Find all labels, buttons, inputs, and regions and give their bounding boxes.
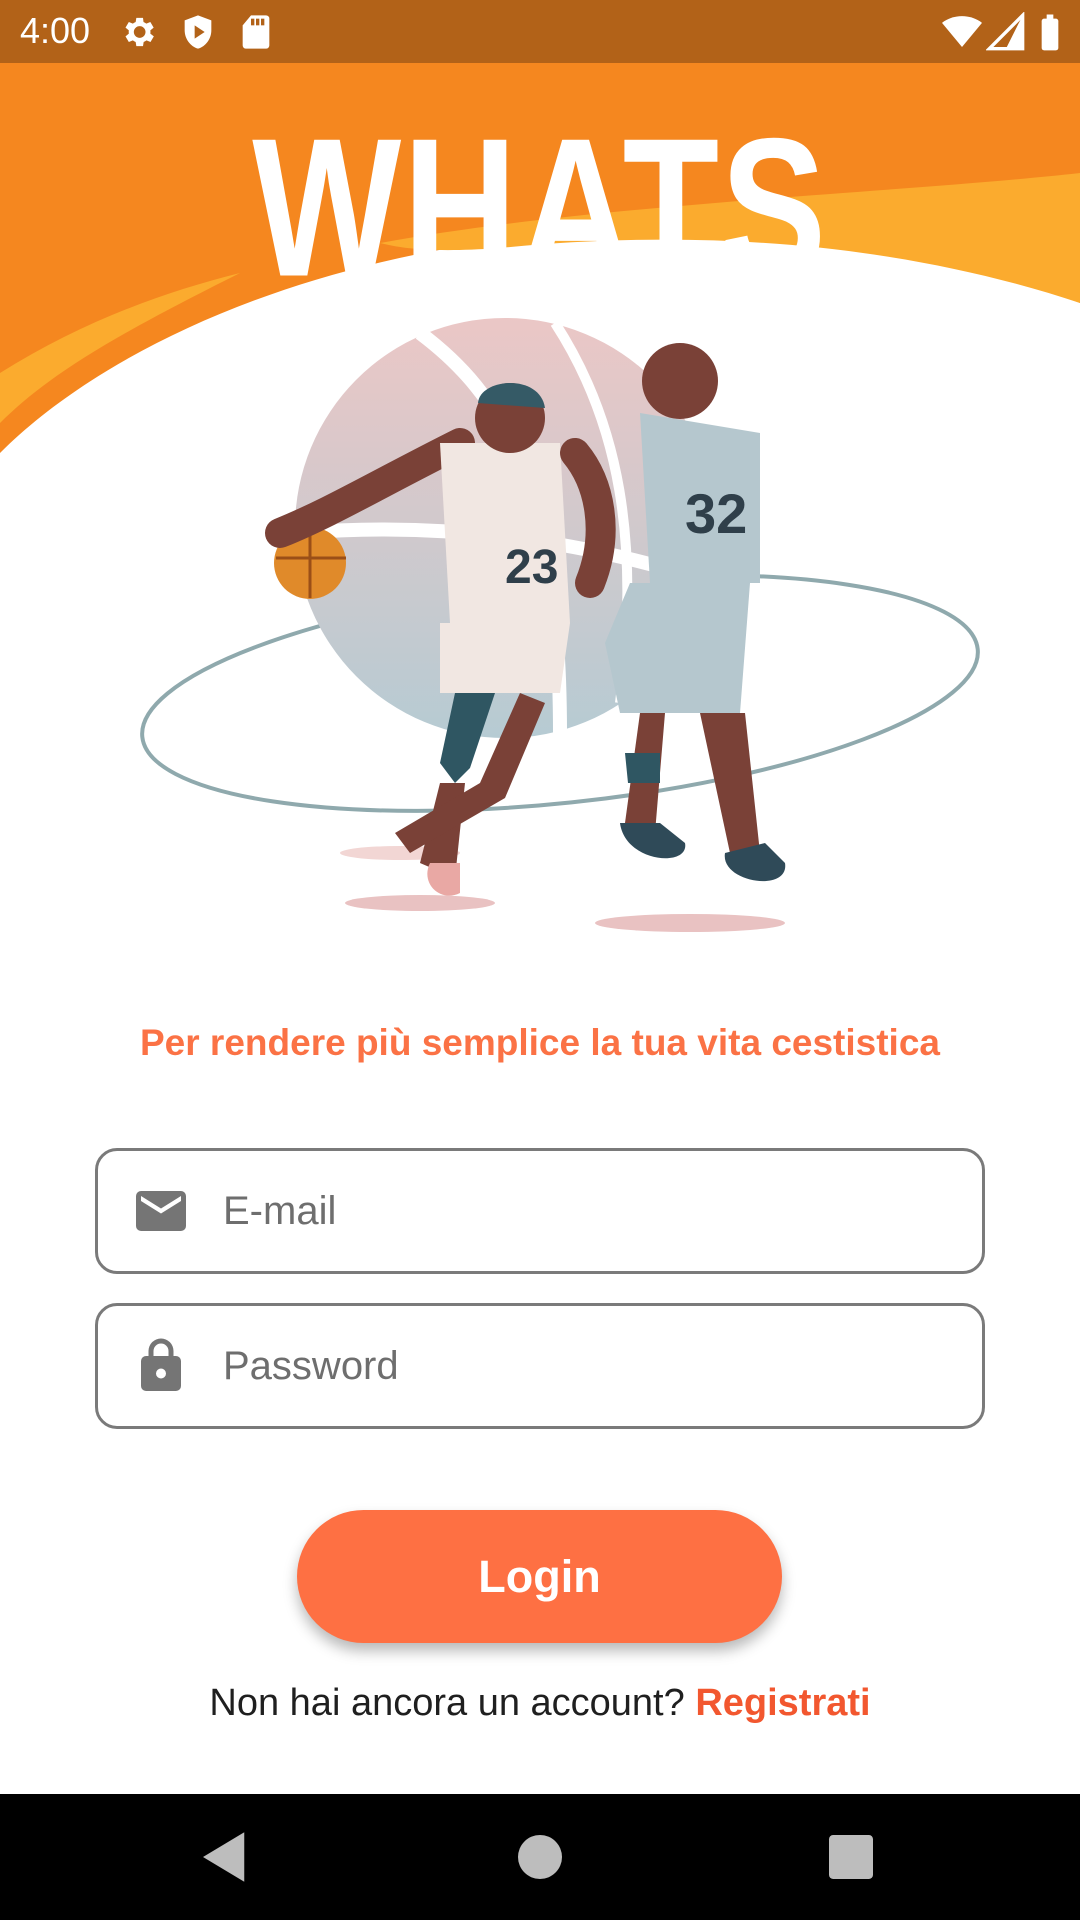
jersey-number-32: 32 — [685, 482, 747, 545]
recents-icon[interactable] — [818, 1824, 884, 1890]
wifi-icon — [942, 16, 982, 47]
register-link[interactable]: Registrati — [695, 1682, 870, 1724]
status-time: 4:00 — [20, 10, 91, 51]
register-prompt: Non hai ancora un account? — [209, 1682, 685, 1724]
jersey-number-23: 23 — [505, 541, 558, 594]
login-button[interactable]: Login — [297, 1510, 782, 1643]
password-field[interactable]: Password — [95, 1303, 985, 1429]
status-bar: 4:00 — [0, 0, 1080, 63]
tagline: Per rendere più semplice la tua vita ces… — [140, 1022, 940, 1063]
email-icon — [136, 1191, 186, 1231]
home-icon[interactable] — [507, 1824, 573, 1890]
password-placeholder: Password — [223, 1344, 399, 1388]
email-field[interactable]: E-mail — [95, 1148, 985, 1274]
lock-icon — [141, 1338, 181, 1391]
signal-icon — [986, 12, 1025, 51]
play-protect-icon — [184, 15, 212, 49]
battery-icon — [1041, 14, 1059, 51]
back-icon[interactable] — [192, 1824, 258, 1890]
sd-card-icon — [242, 15, 270, 49]
navigation-bar — [0, 1794, 1080, 1920]
register-row: Non hai ancora un account? Registrati — [0, 1682, 1080, 1725]
basketball-players-illustration: 23 32 — [140, 318, 980, 932]
email-placeholder: E-mail — [223, 1189, 337, 1233]
gear-icon — [125, 17, 154, 47]
